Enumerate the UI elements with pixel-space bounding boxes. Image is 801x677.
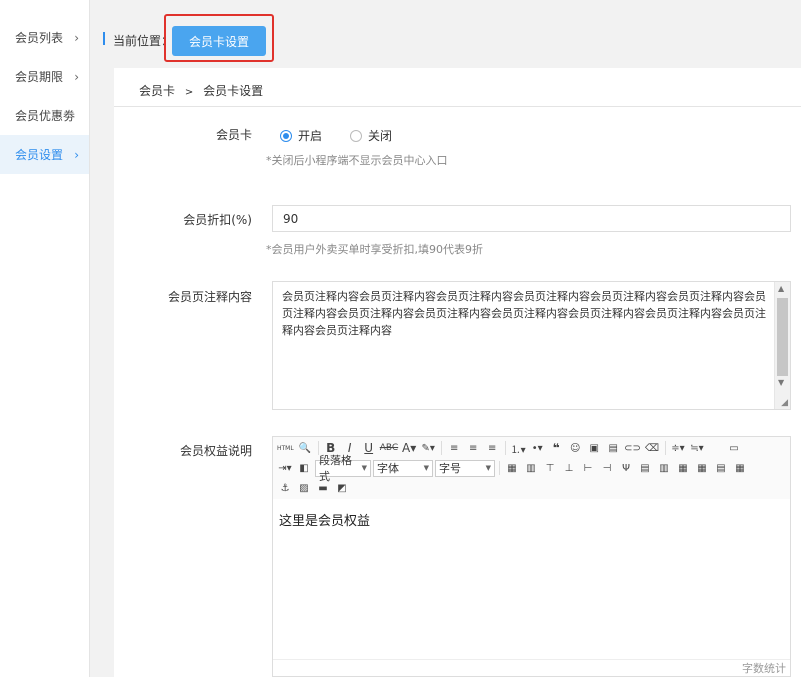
resize-handle-icon[interactable]: ◢ bbox=[781, 398, 788, 408]
discount-hint: *会员用户外卖买单时享受折扣,填90代表9折 bbox=[266, 243, 483, 256]
divider bbox=[273, 659, 790, 660]
chevron-down-icon: ▼ bbox=[423, 464, 429, 472]
align-center-icon[interactable]: ≡ bbox=[465, 439, 481, 457]
toolbar-separator bbox=[441, 441, 443, 455]
font-family-value: 字体 bbox=[377, 462, 399, 475]
toolbar-separator bbox=[664, 441, 666, 455]
eraser-icon[interactable]: ⌫ bbox=[644, 439, 660, 457]
page-note-label: 会员页注释内容 bbox=[167, 290, 252, 304]
anchor-icon[interactable]: ⚓ bbox=[277, 479, 293, 497]
radio-enable[interactable]: 开启 bbox=[280, 127, 322, 144]
sidebar-item-member-term[interactable]: 会员期限 › bbox=[0, 57, 89, 96]
table-row-above-icon[interactable]: ⊤ bbox=[542, 459, 558, 477]
sidebar: 会员列表 › 会员期限 › 会员优惠劵 会员设置 › bbox=[0, 0, 90, 677]
page-note-text[interactable]: 会员页注释内容会员页注释内容会员页注释内容会员页注释内容会员页注释内容会员页注释… bbox=[282, 288, 772, 339]
font-family-select[interactable]: 字体 ▼ bbox=[373, 459, 433, 477]
unordered-list-icon[interactable]: •▾ bbox=[529, 439, 545, 457]
sidebar-item-label: 会员设置 bbox=[15, 148, 64, 162]
scroll-up-icon[interactable]: ▲ bbox=[778, 284, 784, 293]
sidebar-item-label: 会员列表 bbox=[15, 31, 64, 45]
sidebar-item-member-settings[interactable]: 会员设置 › bbox=[0, 135, 89, 174]
html-source-icon[interactable]: HTML bbox=[277, 439, 294, 457]
template-icon[interactable]: ◩ bbox=[334, 479, 350, 497]
radio-unchecked-icon bbox=[350, 129, 362, 142]
print-icon[interactable]: ▬ bbox=[315, 479, 331, 497]
table-merge-cells-icon[interactable]: ▦ bbox=[694, 459, 710, 477]
table-props-icon[interactable]: ▦ bbox=[732, 459, 748, 477]
chevron-down-icon: ▼ bbox=[485, 464, 491, 472]
emoji-icon[interactable]: ☺ bbox=[567, 439, 583, 457]
blockquote-icon[interactable]: ❝ bbox=[548, 439, 564, 457]
rich-text-editor[interactable]: HTML 🔍 B I U ABC A▾ ✎▾ ≡ ≡ ≡ ⒈▾ •▾ ❝ ☺ ▣… bbox=[272, 436, 791, 677]
toolbar-separator bbox=[505, 441, 507, 455]
chevron-right-icon: › bbox=[74, 30, 79, 45]
paragraph-spacing-icon[interactable]: ≒▾ bbox=[689, 439, 705, 457]
table-split-icon[interactable]: ▦ bbox=[675, 459, 691, 477]
table-delete-col-icon[interactable]: ▥ bbox=[656, 459, 672, 477]
editor-toolbar: HTML 🔍 B I U ABC A▾ ✎▾ ≡ ≡ ≡ ⒈▾ •▾ ❝ ☺ ▣… bbox=[273, 437, 790, 499]
member-card-label: 会员卡 bbox=[215, 128, 252, 142]
divider bbox=[114, 106, 801, 107]
preview-icon[interactable]: 🔍 bbox=[297, 439, 313, 457]
radio-disable-label: 关闭 bbox=[368, 129, 393, 143]
breadcrumb-separator: > bbox=[184, 87, 194, 98]
paragraph-format-select[interactable]: 段落格式 ▼ bbox=[315, 454, 371, 483]
ordered-list-icon[interactable]: ⒈▾ bbox=[510, 439, 526, 457]
radio-enable-label: 开启 bbox=[298, 129, 323, 143]
sidebar-item-member-coupon[interactable]: 会员优惠劵 bbox=[0, 96, 89, 135]
sidebar-item-label: 会员期限 bbox=[15, 70, 64, 84]
discount-label: 会员折扣(%) bbox=[183, 213, 252, 227]
breadcrumb: 会员卡 > 会员卡设置 bbox=[139, 82, 263, 99]
font-color-icon[interactable]: A▾ bbox=[401, 439, 417, 457]
toolbar-row: ⇥▾ ◧ 段落格式 ▼ 字体 ▼ 字号 ▼ ▦ ▥ ⊤ ⊥ ⊢ ⊣ Ψ ▤ ▥ … bbox=[277, 454, 751, 483]
align-right-icon[interactable]: ≡ bbox=[484, 439, 500, 457]
sidebar-item-label: 会员优惠劵 bbox=[15, 109, 76, 123]
chevron-right-icon: › bbox=[74, 69, 79, 84]
highlight-color-icon[interactable]: ✎▾ bbox=[420, 439, 436, 457]
table-delete-row-icon[interactable]: ▤ bbox=[637, 459, 653, 477]
fullscreen-icon[interactable]: ▭ bbox=[726, 439, 742, 457]
format-brush-icon[interactable]: ◧ bbox=[296, 459, 312, 477]
breadcrumb-current: 会员卡设置 bbox=[203, 84, 264, 98]
table-col-right-icon[interactable]: ⊣ bbox=[599, 459, 615, 477]
strikethrough-icon[interactable]: ABC bbox=[380, 439, 398, 457]
textarea-scrollbar[interactable]: ▲ ▼ bbox=[774, 282, 790, 409]
main-panel: 会员卡 > 会员卡设置 会员卡 开启 关闭 *关闭后小程序端不显示会员中心入口 … bbox=[114, 68, 801, 677]
toolbar-separator bbox=[499, 461, 500, 475]
sidebar-item-member-list[interactable]: 会员列表 › bbox=[0, 18, 89, 57]
line-height-icon[interactable]: ≑▾ bbox=[670, 439, 686, 457]
member-card-hint: *关闭后小程序端不显示会员中心入口 bbox=[266, 154, 448, 167]
table-insert-icon[interactable]: ▥ bbox=[523, 459, 539, 477]
page-note-textarea[interactable]: 会员页注释内容会员页注释内容会员页注释内容会员页注释内容会员页注释内容会员页注释… bbox=[272, 281, 791, 410]
chevron-down-icon: ▼ bbox=[361, 464, 367, 472]
chevron-right-icon: › bbox=[74, 147, 79, 162]
word-count-label: 字数统计 bbox=[742, 662, 786, 675]
font-size-value: 字号 bbox=[439, 462, 461, 475]
video-icon[interactable]: ▤ bbox=[605, 439, 621, 457]
link-icon[interactable]: ⊂⊃ bbox=[624, 439, 641, 457]
indent-icon[interactable]: ⇥▾ bbox=[277, 459, 293, 477]
radio-checked-icon bbox=[280, 129, 292, 142]
editor-content[interactable]: 这里是会员权益 bbox=[279, 510, 370, 529]
image-icon[interactable]: ▣ bbox=[586, 439, 602, 457]
discount-input[interactable] bbox=[272, 205, 791, 232]
radio-disable[interactable]: 关闭 bbox=[350, 127, 392, 144]
table-merge-icon[interactable]: Ψ bbox=[618, 459, 634, 477]
rights-label: 会员权益说明 bbox=[179, 444, 252, 458]
align-left-icon[interactable]: ≡ bbox=[446, 439, 462, 457]
insert-image-icon[interactable]: ▨ bbox=[296, 479, 312, 497]
font-size-select[interactable]: 字号 ▼ bbox=[435, 459, 495, 477]
table-col-left-icon[interactable]: ⊢ bbox=[580, 459, 596, 477]
breadcrumb-parent[interactable]: 会员卡 bbox=[139, 84, 175, 98]
table-icon[interactable]: ▦ bbox=[504, 459, 520, 477]
table-delete-icon[interactable]: ▤ bbox=[713, 459, 729, 477]
scroll-thumb[interactable] bbox=[777, 298, 788, 376]
scroll-down-icon[interactable]: ▼ bbox=[778, 378, 784, 387]
location-marker bbox=[103, 32, 105, 45]
page-header: 当前位置： 会员卡设置 bbox=[91, 0, 801, 62]
underline-icon[interactable]: U bbox=[361, 439, 377, 457]
toolbar-row: ⚓ ▨ ▬ ◩ bbox=[277, 478, 353, 498]
member-card-settings-button[interactable]: 会员卡设置 bbox=[172, 26, 266, 56]
table-row-below-icon[interactable]: ⊥ bbox=[561, 459, 577, 477]
